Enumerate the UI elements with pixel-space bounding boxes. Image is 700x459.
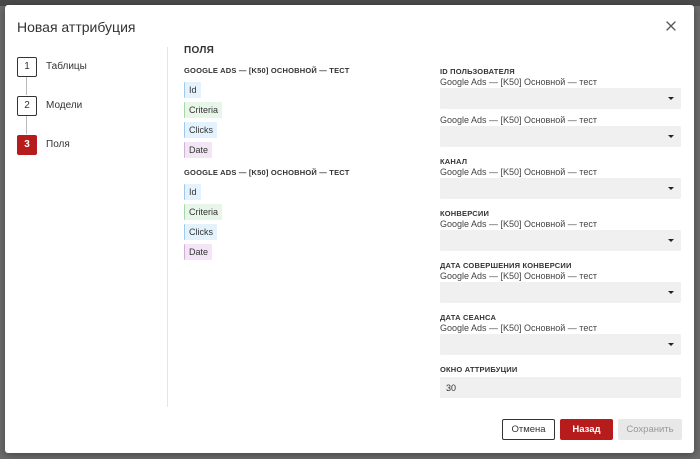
field-label: ДАТА СЕАНСА bbox=[440, 313, 497, 322]
field-source: Google Ads — [K50] Основной — тест bbox=[440, 271, 597, 281]
close-icon bbox=[666, 21, 676, 31]
step-label: Таблицы bbox=[46, 61, 87, 72]
caret-down-icon bbox=[668, 97, 674, 100]
cancel-button[interactable]: Отмена bbox=[502, 419, 555, 440]
close-button[interactable] bbox=[664, 19, 678, 33]
field-source: Google Ads — [K50] Основной — тест bbox=[440, 219, 597, 229]
source-group-heading: GOOGLE ADS — [K50] ОСНОВНОЙ — ТЕСТ bbox=[184, 66, 350, 75]
field-label: КОНВЕРСИИ bbox=[440, 209, 490, 218]
wizard-steps: 1 Таблицы 2 Модели 3 Поля bbox=[17, 47, 157, 164]
field-tag[interactable]: Clicks bbox=[184, 224, 217, 240]
step-models[interactable]: 2 Модели bbox=[17, 86, 157, 134]
field-source: Google Ads — [K50] Основной — тест bbox=[440, 115, 597, 125]
field-tag-list: Id Criteria Clicks Date bbox=[184, 184, 434, 260]
source-group-heading: GOOGLE ADS — [K50] ОСНОВНОЙ — ТЕСТ bbox=[184, 168, 350, 177]
step-label: Модели bbox=[46, 100, 83, 111]
conversions-group: КОНВЕРСИИ Google Ads — [K50] Основной — … bbox=[440, 209, 681, 251]
user-id-select-1[interactable] bbox=[440, 88, 681, 109]
conversion-date-select[interactable] bbox=[440, 282, 681, 303]
caret-down-icon bbox=[668, 187, 674, 190]
field-tag[interactable]: Date bbox=[184, 142, 213, 158]
step-number: 1 bbox=[17, 56, 37, 77]
modal-title: Новая аттрибуция bbox=[17, 19, 136, 35]
field-source: Google Ads — [K50] Основной — тест bbox=[440, 77, 597, 87]
field-label: ID ПОЛЬЗОВАТЕЛЯ bbox=[440, 67, 515, 76]
conversions-select[interactable] bbox=[440, 230, 681, 251]
step-fields[interactable]: 3 Поля bbox=[17, 125, 157, 164]
field-tag[interactable]: Id bbox=[184, 184, 201, 200]
session-date-select[interactable] bbox=[440, 334, 681, 355]
fields-panel: ПОЛЯ GOOGLE ADS — [K50] ОСНОВНОЙ — ТЕСТ … bbox=[184, 45, 434, 270]
field-tag[interactable]: Id bbox=[184, 82, 201, 98]
modal-header: Новая аттрибуция bbox=[17, 17, 682, 39]
user-id-group: ID ПОЛЬЗОВАТЕЛЯ Google Ads — [K50] Основ… bbox=[440, 67, 681, 147]
session-date-group: ДАТА СЕАНСА Google Ads — [K50] Основной … bbox=[440, 313, 681, 355]
mapping-form: ID ПОЛЬЗОВАТЕЛЯ Google Ads — [K50] Основ… bbox=[440, 67, 681, 398]
caret-down-icon bbox=[668, 343, 674, 346]
field-tag[interactable]: Criteria bbox=[184, 102, 223, 118]
attribution-window-input[interactable] bbox=[440, 377, 681, 398]
field-source: Google Ads — [K50] Основной — тест bbox=[440, 323, 597, 333]
field-tag[interactable]: Criteria bbox=[184, 204, 223, 220]
field-label: КАНАЛ bbox=[440, 157, 468, 166]
field-tag-list: Id Criteria Clicks Date bbox=[184, 82, 434, 158]
modal-footer: Отмена Назад Сохранить bbox=[5, 417, 694, 443]
conversion-date-group: ДАТА СОВЕРШЕНИЯ КОНВЕРСИИ Google Ads — [… bbox=[440, 261, 681, 303]
step-label: Поля bbox=[46, 139, 70, 150]
caret-down-icon bbox=[668, 291, 674, 294]
attribution-modal: Новая аттрибуция 1 Таблицы 2 Модели 3 По… bbox=[5, 5, 694, 453]
field-source: Google Ads — [K50] Основной — тест bbox=[440, 167, 597, 177]
field-label: ДАТА СОВЕРШЕНИЯ КОНВЕРСИИ bbox=[440, 261, 572, 270]
field-label: ОКНО АТТРИБУЦИИ bbox=[440, 365, 518, 374]
vertical-divider bbox=[167, 47, 168, 407]
section-heading: ПОЛЯ bbox=[184, 45, 215, 56]
step-tables[interactable]: 1 Таблицы bbox=[17, 47, 157, 95]
user-id-select-2[interactable] bbox=[440, 126, 681, 147]
field-tag[interactable]: Clicks bbox=[184, 122, 217, 138]
attribution-window-group: ОКНО АТТРИБУЦИИ bbox=[440, 365, 681, 398]
field-tag[interactable]: Date bbox=[184, 244, 213, 260]
channel-group: КАНАЛ Google Ads — [K50] Основной — тест bbox=[440, 157, 681, 199]
step-number: 3 bbox=[17, 134, 37, 155]
caret-down-icon bbox=[668, 239, 674, 242]
caret-down-icon bbox=[668, 135, 674, 138]
save-button[interactable]: Сохранить bbox=[618, 419, 682, 440]
channel-select[interactable] bbox=[440, 178, 681, 199]
back-button[interactable]: Назад bbox=[560, 419, 613, 440]
step-number: 2 bbox=[17, 95, 37, 116]
